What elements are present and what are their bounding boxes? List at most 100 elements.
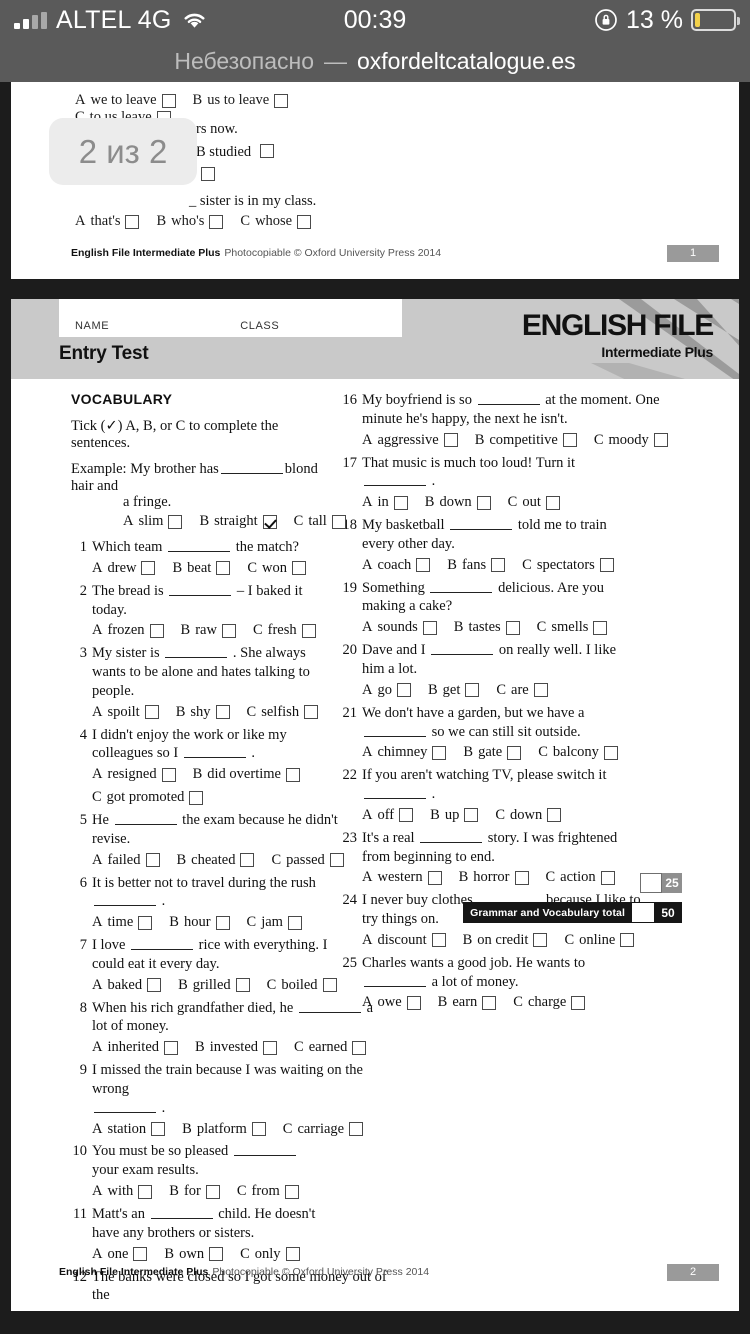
option-item[interactable]: Awestern — [362, 868, 442, 887]
option-item[interactable]: Braw — [181, 621, 236, 640]
option-item[interactable]: Bget — [428, 681, 480, 700]
option-checkbox[interactable] — [284, 1184, 299, 1199]
option-checkbox[interactable] — [545, 495, 560, 510]
answer-blank[interactable] — [431, 654, 494, 656]
option-checkbox[interactable] — [138, 1184, 153, 1199]
option-checkbox[interactable] — [603, 745, 618, 760]
option-checkbox[interactable] — [216, 561, 231, 576]
option-item[interactable]: Caction — [546, 868, 615, 887]
option-checkbox[interactable] — [259, 144, 274, 158]
document-page-1[interactable]: A we to leave B us to leave C to us leav… — [11, 82, 739, 279]
option-checkbox[interactable] — [432, 745, 447, 760]
option-item[interactable]: Cpassed — [271, 851, 344, 870]
option-item[interactable]: Bdid overtime — [193, 765, 300, 784]
option-item[interactable]: Aoff — [362, 806, 414, 825]
option-item[interactable]: Bgrilled — [178, 976, 250, 995]
option-checkbox[interactable] — [221, 623, 236, 638]
option-checkbox[interactable] — [406, 995, 421, 1010]
option-item[interactable]: Achimney — [362, 743, 447, 762]
option-checkbox[interactable] — [147, 978, 162, 993]
option-checkbox[interactable] — [138, 915, 153, 930]
option-checkbox[interactable] — [533, 683, 548, 698]
option-checkbox[interactable] — [505, 620, 520, 635]
option-checkbox[interactable] — [482, 995, 497, 1010]
answer-blank[interactable] — [450, 529, 513, 531]
option-item[interactable]: Awith — [92, 1182, 153, 1201]
option-item[interactable]: Abaked — [92, 976, 162, 995]
option-checkbox[interactable] — [291, 561, 306, 576]
answer-blank[interactable] — [364, 735, 426, 737]
option-checkbox[interactable] — [161, 93, 176, 108]
option-item[interactable]: Cgot promoted — [92, 788, 204, 807]
option-item[interactable]: Cbalcony — [538, 743, 618, 762]
option-item[interactable]: Cfrom — [237, 1182, 299, 1201]
option-item[interactable]: Binvested — [195, 1038, 278, 1057]
option-item[interactable]: Bcompetitive — [475, 431, 577, 450]
option-checkbox[interactable] — [396, 683, 411, 698]
option-checkbox[interactable] — [263, 1040, 278, 1055]
option-item[interactable]: C whose — [240, 213, 312, 230]
option-item[interactable]: Cspectators — [522, 556, 614, 575]
answer-blank[interactable] — [364, 985, 426, 987]
option-checkbox[interactable] — [209, 1247, 224, 1262]
option-checkbox[interactable] — [133, 1247, 148, 1262]
option-checkbox[interactable] — [141, 561, 156, 576]
option-checkbox[interactable] — [201, 167, 215, 181]
option-checkbox[interactable] — [215, 915, 230, 930]
option-item[interactable]: Atime — [92, 913, 153, 932]
option-checkbox[interactable] — [443, 433, 458, 448]
answer-blank[interactable] — [420, 841, 483, 843]
option-item[interactable]: Aspoilt — [92, 703, 159, 722]
answer-blank[interactable] — [94, 905, 156, 907]
option-checkbox[interactable] — [620, 933, 635, 948]
option-checkbox[interactable] — [144, 705, 159, 720]
answer-blank[interactable] — [168, 551, 231, 552]
option-checkbox[interactable] — [533, 933, 548, 948]
answer-blank[interactable] — [131, 949, 194, 951]
option-checkbox[interactable] — [571, 995, 586, 1010]
option-checkbox-checked[interactable] — [262, 514, 277, 529]
option-item[interactable]: Asounds — [362, 618, 437, 637]
option-item[interactable]: Bown — [164, 1245, 224, 1264]
option-item[interactable]: Ccharge — [513, 993, 586, 1012]
option-item[interactable]: Bgate — [463, 743, 522, 762]
answer-blank[interactable] — [430, 591, 493, 593]
option-item[interactable]: B who's — [156, 213, 224, 230]
option-checkbox[interactable] — [235, 978, 250, 993]
answer-blank[interactable] — [477, 404, 540, 405]
option-checkbox[interactable] — [507, 745, 522, 760]
answer-blank[interactable] — [150, 1218, 213, 1219]
option-item[interactable]: Conly — [240, 1245, 300, 1264]
option-checkbox[interactable] — [322, 978, 337, 993]
option-checkbox[interactable] — [593, 620, 608, 635]
option-checkbox[interactable] — [274, 93, 289, 108]
option-item[interactable]: Aaggressive — [362, 431, 458, 450]
option-checkbox[interactable] — [161, 767, 176, 782]
option-item[interactable]: Afailed — [92, 851, 160, 870]
option-checkbox[interactable] — [514, 870, 529, 885]
option-item[interactable]: Bshy — [176, 703, 230, 722]
option-checkbox[interactable] — [125, 214, 140, 229]
option-item[interactable]: Care — [496, 681, 548, 700]
option-checkbox[interactable] — [251, 1122, 266, 1137]
answer-blank[interactable] — [94, 1111, 156, 1113]
option-checkbox[interactable] — [285, 767, 300, 782]
option-checkbox[interactable] — [151, 1122, 166, 1137]
option-item[interactable]: Aowe — [362, 993, 421, 1012]
answer-blank[interactable] — [233, 1155, 296, 1157]
option-item[interactable]: B us to leave — [193, 92, 289, 109]
answer-blank[interactable] — [165, 657, 228, 659]
option-item[interactable]: Bhorror — [459, 868, 529, 887]
option-item[interactable]: Adiscount — [362, 931, 446, 950]
answer-blank[interactable] — [183, 757, 246, 759]
option-checkbox[interactable] — [422, 620, 437, 635]
option-checkbox[interactable] — [349, 1122, 364, 1137]
option-checkbox[interactable] — [416, 558, 431, 573]
option-item[interactable]: Bdown — [425, 493, 491, 512]
browser-url-bar[interactable]: Небезопасно — oxfordeltcatalogue.es — [0, 40, 750, 82]
option-item[interactable]: Cmoody — [594, 431, 668, 450]
option-checkbox[interactable] — [465, 683, 480, 698]
option-item[interactable]: Afrozen — [92, 621, 164, 640]
option-item[interactable]: Cselfish — [247, 703, 319, 722]
option-item[interactable]: Bplatform — [182, 1120, 266, 1139]
